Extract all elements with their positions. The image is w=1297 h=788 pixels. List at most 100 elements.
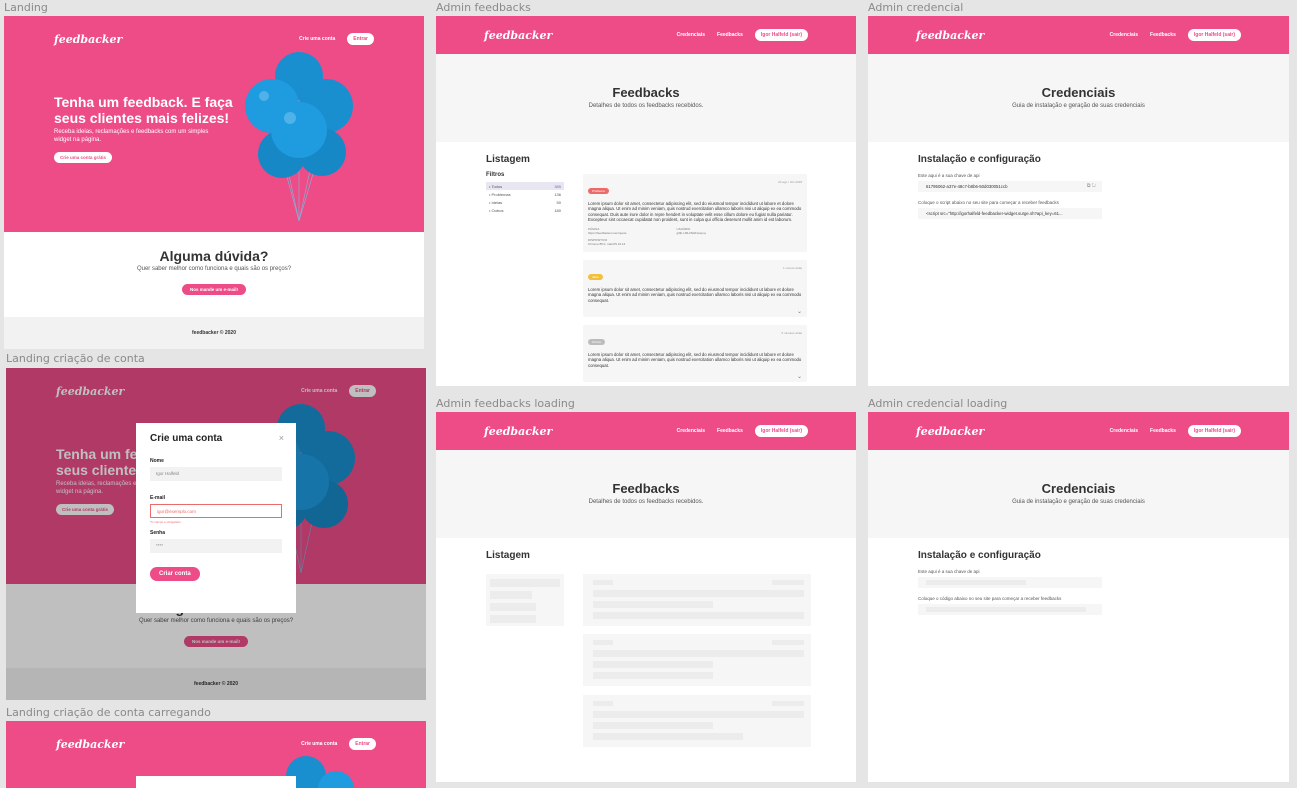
section-title: Listagem [486,550,530,561]
logout-button[interactable]: Igor Halfeld (sair) [1187,29,1241,41]
skeleton-line [772,701,804,706]
feedback-card[interactable]: Ideia 1 minuto atrás Lorem ipsum dolor s… [583,260,807,318]
card-time: 1 minuto atrás [782,266,802,271]
meta-device: Chrome 85.0, macOS 10.14 [588,242,626,247]
create-account-button[interactable]: Criar conta [150,567,200,581]
landing-criacao-frame: feedbacker Crie uma conta Entrar Tenha u… [6,368,426,700]
name-label: Nome [150,458,164,464]
card-time: 20 ago / Oct 2018 [778,180,802,184]
frame-label-admin-feedbacks: Admin feedbacks [436,1,531,14]
frame-label-landing: Landing [4,1,48,14]
create-account-link[interactable]: Crie uma conta [301,741,337,747]
filter-item[interactable]: • Ideias 50 [486,198,564,206]
feedback-card[interactable]: Outros 5 minutos atrás Lorem ipsum dolor… [583,325,807,382]
logo[interactable]: feedbacker [916,425,984,438]
balloons-illustration [245,52,353,222]
login-button[interactable]: Entrar [349,738,376,750]
logout-button[interactable]: Igor Halfeld (sair) [1187,425,1241,437]
nav-feedbacks[interactable]: Feedbacks [717,32,743,38]
skeleton-line [593,650,804,657]
hero-title: Tenha um feedback. E faça seus clientes … [54,94,233,126]
skeleton-line [593,733,743,740]
frame-label-landing-criacao: Landing criação de conta [6,352,145,365]
script-value: <script src="http://igorhalfeld-feedback… [926,211,1063,216]
skeleton-line [593,580,613,585]
feedback-card[interactable]: Problema 20 ago / Oct 2018 Lorem ipsum d… [583,174,807,253]
meta-user: g9jh-LML0NHFwxqoq [676,231,706,236]
nav-feedbacks[interactable]: Feedbacks [717,428,743,434]
hero: feedbacker Crie uma conta Entrar Tenha u… [4,16,424,232]
frame-label-admin-credencial-loading: Admin credencial loading [868,397,1008,410]
admin-header: feedbacker Credenciais Feedbacks Igor Ha… [868,16,1289,54]
skeleton-line [593,601,713,608]
hero-subtitle: Receba ideias, reclamações e feedbacks c… [54,129,209,143]
skeleton-line [593,612,804,619]
email-error: *O campo é obrigatório [150,520,181,524]
nav-credenciais[interactable]: Credenciais [677,32,705,38]
skeleton-line [593,672,713,679]
admin-header: feedbacker Credenciais Feedbacks Igor Ha… [436,16,856,54]
logo[interactable]: feedbacker [484,425,552,438]
logout-button[interactable]: Igor Halfeld (sair) [754,29,808,41]
logout-button[interactable]: Igor Halfeld (sair) [754,425,808,437]
footer: feedbacker © 2020 [4,317,424,349]
filters-panel: Filtros • Todos 385 • Problemas 136 • Idei… [486,172,564,214]
nav-feedbacks[interactable]: Feedbacks [1150,32,1176,38]
hero-cta-button[interactable]: Crie uma conta grátis [54,152,113,163]
skeleton-line [593,590,804,597]
filter-item[interactable]: • Problemas 136 [486,190,564,198]
refresh-icon[interactable]: ↻ [1092,183,1096,189]
create-account-modal [136,776,296,788]
copy-icon[interactable]: ⧉ [1087,183,1091,189]
nav-credenciais[interactable]: Credenciais [1110,428,1138,434]
login-button[interactable]: Entrar [347,33,374,45]
create-account-link[interactable]: Crie uma conta [299,36,335,42]
admin-feedbacks-frame: feedbacker Credenciais Feedbacks Igor Ha… [436,16,856,386]
landing-loading-frame: feedbacker Crie uma conta Entrar [6,721,426,788]
password-field[interactable]: **** [150,539,282,553]
logo[interactable]: feedbacker [484,29,552,42]
logo[interactable]: feedbacker [56,738,124,751]
email-us-button[interactable]: Nos mande um e-mail! [181,284,246,295]
script-label: Coloque o código abaixo no seu site para… [918,596,1062,601]
section-title: Instalação e configuração [918,154,1041,165]
filter-item[interactable]: • Outros 180 [486,206,564,214]
skeleton-line [593,701,613,706]
section-title: Instalação e configuração [918,550,1041,561]
admin-header: feedbacker Credenciais Feedbacks Igor Ha… [436,412,856,450]
api-key-value: 61795062-a37e-48c7-b8b6-50d030051ccb [926,184,1008,189]
chevron-down-icon[interactable]: ⌄ [797,373,802,380]
password-label: Senha [150,530,166,536]
skeleton-line [490,615,536,623]
nav-credenciais[interactable]: Credenciais [677,428,705,434]
skeleton-line [490,591,532,599]
type-badge: Outros [588,339,606,346]
logo[interactable]: feedbacker [916,29,984,42]
script-field[interactable]: <script src="http://igorhalfeld-feedback… [918,208,1102,219]
close-icon[interactable]: × [279,433,284,443]
name-field[interactable]: Igor Halfeld [150,467,282,481]
page-title: Credenciais [1041,85,1116,100]
nav-feedbacks[interactable]: Feedbacks [1150,428,1176,434]
chevron-down-icon[interactable]: ⌄ [797,308,802,315]
api-key-field[interactable]: 61795062-a37e-48c7-b8b6-50d030051ccb ⧉ ↻ [918,181,1102,192]
skeleton-line [772,640,804,645]
question-title: Alguma dúvida? [159,248,269,264]
filter-item[interactable]: • Todos 385 [486,182,564,190]
admin-credencial-loading-frame: feedbacker Credenciais Feedbacks Igor Ha… [868,412,1289,782]
logo[interactable]: feedbacker [54,33,122,46]
skeleton-line [490,579,560,587]
api-key-skeleton [918,577,1102,588]
email-field[interactable]: igor@exemplo.com [150,504,282,518]
section-title: Listagem [486,154,530,165]
nav-credenciais[interactable]: Credenciais [1110,32,1138,38]
type-badge: Problema [588,188,609,194]
admin-feedbacks-loading-frame: feedbacker Credenciais Feedbacks Igor Ha… [436,412,856,782]
frame-label-landing-criacao-carregando: Landing criação de conta carregando [6,706,211,719]
landing-frame: feedbacker Crie uma conta Entrar Tenha u… [4,16,424,349]
api-key-label: Este aqui é a sua chave de api [918,173,980,178]
card-text: Lorem ipsum dolor sit amet, consectetur … [588,287,802,303]
card-text: Lorem ipsum dolor sit amet, consectetur … [588,201,802,222]
skeleton-line [593,722,713,729]
frame-label-admin-feedbacks-loading: Admin feedbacks loading [436,397,575,410]
